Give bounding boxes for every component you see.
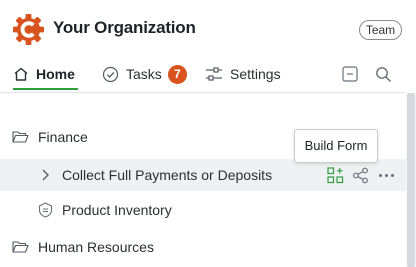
scrollbar-thumb[interactable] — [407, 93, 415, 267]
shield-icon — [38, 202, 53, 218]
share-icon[interactable] — [352, 167, 369, 184]
team-badge[interactable]: Team — [359, 20, 402, 40]
tab-home-label: Home — [36, 66, 75, 82]
search-icon[interactable] — [375, 66, 392, 83]
tree-item-collect-payments[interactable]: Collect Full Payments or Deposits — [0, 159, 406, 191]
tree-folder-human-resources[interactable]: Human Resources — [0, 231, 406, 263]
tab-tasks[interactable]: Tasks 7 — [102, 58, 187, 90]
chevron-right-icon[interactable] — [40, 168, 50, 182]
tree-item-label: Collect Full Payments or Deposits — [62, 167, 273, 183]
tree-item-label: Human Resources — [38, 239, 154, 255]
tasks-count-badge: 7 — [167, 64, 187, 84]
build-form-icon[interactable] — [327, 167, 344, 184]
organization-logo-icon — [13, 14, 44, 45]
check-circle-icon — [102, 66, 119, 83]
tree-item-product-inventory[interactable]: Product Inventory — [0, 194, 406, 226]
folder-open-icon — [12, 240, 29, 254]
active-tab-indicator — [13, 88, 78, 90]
collapse-icon[interactable] — [342, 66, 358, 82]
tab-home[interactable]: Home — [13, 58, 75, 90]
workspace-tree: Finance Collect Full Payments or Deposit… — [0, 93, 406, 267]
tree-scrollbar[interactable] — [406, 93, 416, 267]
tab-tasks-label: Tasks — [126, 66, 162, 82]
tree-item-label: Finance — [38, 129, 88, 145]
header: Your Organization Team — [0, 0, 416, 58]
organization-name: Your Organization — [53, 18, 196, 37]
build-form-tooltip: Build Form — [294, 129, 378, 163]
tab-settings[interactable]: Settings — [205, 58, 281, 90]
folder-open-icon — [12, 130, 29, 144]
more-options-icon[interactable] — [378, 173, 395, 178]
tree-item-label: Product Inventory — [62, 202, 172, 218]
app-window: Your Organization Team Home Tasks 7 Sett… — [0, 0, 416, 267]
main-nav: Home Tasks 7 Settings — [0, 58, 416, 92]
tab-settings-label: Settings — [230, 66, 281, 82]
sliders-icon — [205, 66, 223, 82]
home-icon — [13, 66, 29, 82]
